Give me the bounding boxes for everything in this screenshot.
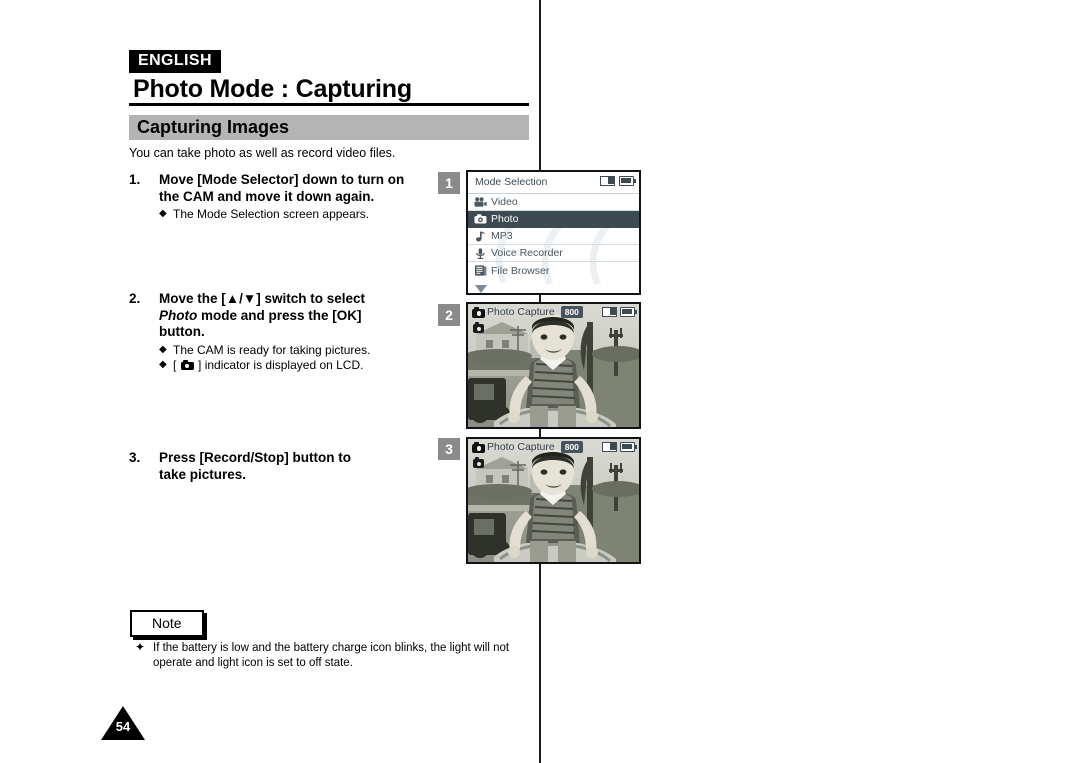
mode-list-label: Voice Recorder	[491, 247, 563, 259]
step-heading-line2: take pictures.	[159, 466, 247, 482]
diamond-bullet-icon: ◆	[159, 208, 167, 219]
lcd-photo-capture-screen-2: Photo Capture 800	[466, 302, 641, 429]
camera-icon	[474, 214, 487, 224]
flower-bullet-icon: ✦	[135, 640, 146, 654]
photo-mode-indicator-icon	[473, 457, 486, 468]
memory-card-icon	[602, 442, 617, 452]
battery-icon	[620, 307, 637, 317]
osd-status-icons	[602, 442, 637, 452]
mode-list-item-photo[interactable]: Photo	[468, 211, 639, 228]
mode-list-label: MP3	[491, 230, 513, 242]
osd-status-icons	[602, 307, 637, 317]
mode-list-item-video[interactable]: Video	[468, 194, 639, 211]
step-number: 3.	[129, 450, 141, 465]
step-bullets: ◆ The Mode Selection screen appears.	[159, 207, 404, 223]
figure-callout-3: 3	[438, 438, 460, 460]
figure-callout-2: 2	[438, 304, 460, 326]
note-body: If the battery is low and the battery ch…	[153, 642, 510, 669]
step-body: Press [Record/Stop] button to take pictu…	[159, 450, 351, 483]
camera-icon	[472, 441, 485, 453]
bullet-item: ◆ [ ] indicator is displayed on LCD.	[159, 358, 370, 374]
bullet-text: indicator is displayed on LCD.	[204, 358, 364, 372]
page-number-badge: 54	[101, 706, 145, 740]
step-heading-prefix: Move the [	[159, 291, 226, 306]
osd-top-bar: Photo Capture 800	[468, 439, 639, 455]
photo-preview-image	[468, 304, 639, 427]
step-heading: Move the [▲/▼] switch to select Photo mo…	[159, 291, 370, 341]
battery-icon	[619, 176, 636, 186]
camera-icon	[472, 306, 485, 318]
language-tag-english: ENGLISH	[129, 50, 221, 73]
title-rule-english	[129, 103, 529, 106]
mode-list-item-voice-recorder[interactable]: Voice Recorder	[468, 245, 639, 262]
note-box-english: Note	[130, 610, 204, 638]
step-number: 2.	[129, 291, 141, 306]
step-heading-line1: Press [Record/Stop] button to	[159, 450, 351, 465]
step-heading-post: mode and press the [OK]	[197, 307, 362, 323]
step-heading: Move [Mode Selector] down to turn on the…	[159, 172, 404, 205]
photo-preview-image	[468, 439, 639, 562]
osd-mode-label: Photo Capture	[487, 306, 555, 318]
lcd-status-icons	[600, 176, 636, 186]
camera-icon	[180, 360, 194, 370]
step-heading-mid: ] switch to select	[256, 291, 366, 306]
step-heading-line3: button.	[159, 324, 205, 339]
remaining-shots-badge: 800	[560, 440, 583, 454]
lcd-mode-list: Video Photo MP3 Voice Recorder File Brow…	[468, 194, 639, 279]
manual-page: ENGLISH Photo Mode : Capturing Capturing…	[0, 0, 1080, 763]
mode-list-label: Video	[491, 196, 518, 208]
microphone-icon	[474, 247, 487, 259]
step-body: Move [Mode Selector] down to turn on the…	[159, 172, 404, 223]
scroll-down-arrow-icon[interactable]	[475, 285, 487, 293]
diamond-bullet-icon: ◆	[159, 359, 167, 370]
bracket-open: [	[173, 358, 177, 372]
file-browser-icon	[474, 265, 487, 276]
page-number-text: 54	[115, 719, 131, 734]
section-header-english: Capturing Images	[129, 115, 529, 140]
section-title-english: Capturing Images	[137, 117, 290, 137]
step-body: Move the [▲/▼] switch to select Photo mo…	[159, 291, 370, 374]
lcd-photo-capture-screen-3: Photo Capture 800	[466, 437, 641, 564]
photo-mode-emphasis: Photo	[159, 307, 198, 323]
mode-list-item-file-browser[interactable]: File Browser	[468, 262, 639, 279]
bracket-close: ]	[198, 358, 202, 372]
english-column: ENGLISH Photo Mode : Capturing Capturing…	[0, 0, 539, 763]
note-text-english: ✦ If the battery is low and the battery …	[135, 640, 543, 671]
bullet-item: ◆ The Mode Selection screen appears.	[159, 207, 404, 223]
osd-mode-label: Photo Capture	[487, 441, 555, 453]
lcd-title: Mode Selection	[475, 176, 548, 188]
mode-list-label: File Browser	[491, 264, 550, 277]
step-number: 1.	[129, 172, 141, 187]
up-down-switch-icon: ▲/▼	[225, 291, 257, 306]
mode-list-label: Photo	[491, 213, 519, 225]
osd-top-bar: Photo Capture 800	[468, 304, 639, 320]
intro-text-english: You can take photo as well as record vid…	[129, 146, 396, 160]
memory-card-icon	[602, 307, 617, 317]
lcd-mode-selection-screen: Mode Selection Video Photo MP3 Voice Rec…	[466, 170, 641, 295]
page-title-english: Photo Mode : Capturing	[133, 75, 412, 103]
bullet-text: The CAM is ready for taking pictures.	[173, 342, 371, 357]
battery-icon	[620, 442, 637, 452]
bullet-text: The Mode Selection screen appears.	[173, 207, 370, 221]
step-heading-line2: the CAM and move it down again.	[159, 188, 375, 204]
video-camera-icon	[474, 197, 487, 207]
step-heading: Press [Record/Stop] button to take pictu…	[159, 450, 351, 483]
figure-callout-1: 1	[438, 172, 460, 194]
remaining-shots-badge: 800	[560, 305, 583, 319]
photo-mode-indicator-icon	[473, 322, 486, 333]
lcd-header: Mode Selection	[468, 172, 639, 194]
step-bullets: ◆ The CAM is ready for taking pictures. …	[159, 343, 370, 374]
mode-list-item-mp3[interactable]: MP3	[468, 228, 639, 245]
bullet-item: ◆ The CAM is ready for taking pictures.	[159, 343, 370, 359]
diamond-bullet-icon: ◆	[159, 343, 167, 355]
memory-card-icon	[600, 176, 615, 186]
step-heading-line1: Move [Mode Selector] down to turn on	[159, 172, 405, 187]
music-note-icon	[474, 231, 487, 242]
